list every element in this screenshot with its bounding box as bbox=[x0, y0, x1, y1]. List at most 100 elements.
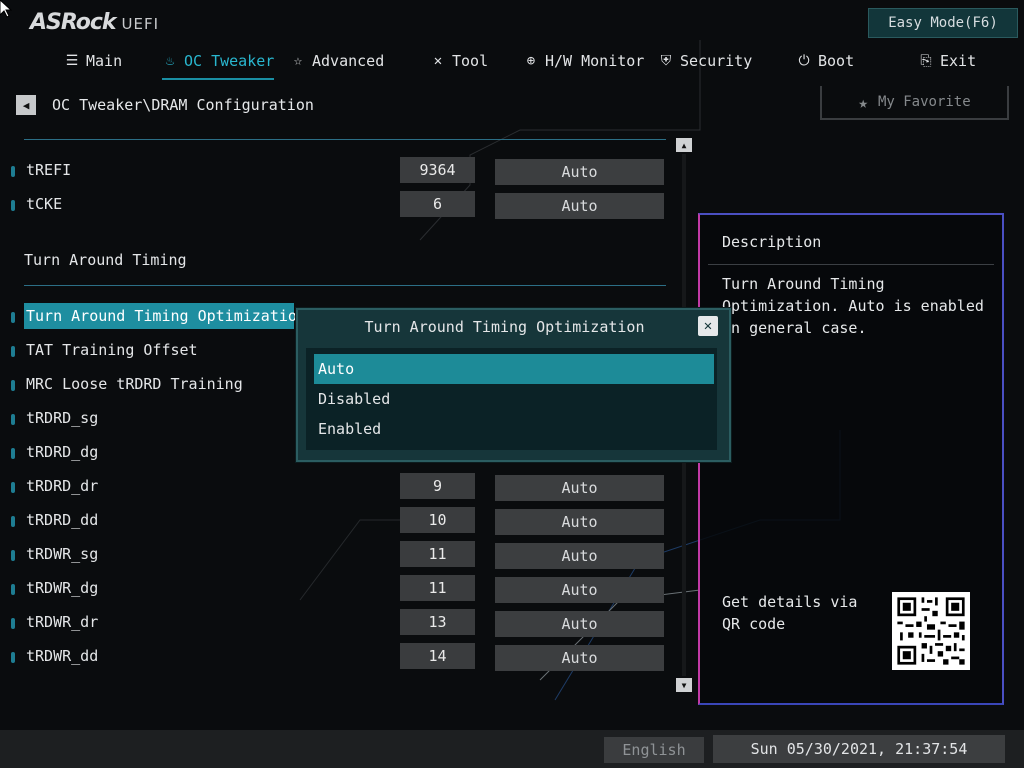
tab-main[interactable]: ☰ Main bbox=[64, 48, 122, 74]
section-title: Turn Around Timing bbox=[24, 251, 187, 269]
row-bullet bbox=[11, 380, 15, 391]
setting-row-trdwr-dd[interactable]: tRDWR_dd 14 Auto bbox=[0, 643, 670, 671]
tools-icon: ✕ bbox=[433, 53, 443, 69]
setting-value: 14 bbox=[400, 643, 475, 669]
row-bullet bbox=[11, 550, 15, 561]
setting-label: Turn Around Timing Optimization bbox=[26, 307, 306, 325]
my-favorite-button[interactable]: ★ My Favorite bbox=[820, 86, 1009, 120]
setting-label: tRDRD_dd bbox=[26, 511, 99, 529]
top-navigation: ☰ Main ♨ OC Tweaker ☆ Advanced ✕ Tool ⊕ … bbox=[0, 48, 1024, 80]
setting-value: 11 bbox=[400, 541, 475, 567]
tab-advanced[interactable]: ☆ Advanced bbox=[290, 48, 384, 74]
monitor-icon: ⊕ bbox=[526, 53, 536, 69]
setting-value: 9364 bbox=[400, 157, 475, 183]
popup-title: Turn Around Timing Optimization bbox=[364, 318, 645, 336]
setting-mode-dropdown[interactable]: Auto bbox=[495, 159, 664, 185]
setting-value: 9 bbox=[400, 473, 475, 499]
row-bullet bbox=[11, 652, 15, 663]
description-panel: Description Turn Around Timing Optimizat… bbox=[698, 213, 1004, 705]
tab-hw-monitor[interactable]: ⊕ H/W Monitor bbox=[523, 48, 645, 74]
tab-oc-tweaker[interactable]: ♨ OC Tweaker bbox=[162, 48, 275, 80]
flame-icon: ♨ bbox=[165, 53, 175, 69]
setting-row-trdwr-dr[interactable]: tRDWR_dr 13 Auto bbox=[0, 609, 670, 637]
setting-label: tRDWR_dr bbox=[26, 613, 99, 631]
setting-label: tREFI bbox=[26, 161, 72, 179]
setting-row-trdrd-dd[interactable]: tRDRD_dd 10 Auto bbox=[0, 507, 670, 535]
brand-name: ASRock bbox=[30, 10, 117, 35]
tab-label: Exit bbox=[940, 52, 977, 70]
row-bullet bbox=[11, 448, 15, 459]
exit-icon: ⎘ bbox=[920, 53, 932, 69]
row-bullet bbox=[11, 312, 15, 323]
tab-label: H/W Monitor bbox=[545, 52, 645, 70]
divider bbox=[24, 285, 666, 286]
setting-label: tRDRD_dg bbox=[26, 443, 99, 461]
brand-suffix: UEFI bbox=[121, 15, 160, 33]
tab-boot[interactable]: ⏻ Boot bbox=[796, 48, 854, 74]
row-bullet bbox=[11, 200, 15, 211]
option-enabled[interactable]: Enabled bbox=[314, 414, 714, 444]
scroll-down-arrow-icon[interactable]: ▼ bbox=[676, 678, 692, 692]
setting-label: TAT Training Offset bbox=[26, 341, 198, 359]
breadcrumb: OC Tweaker\DRAM Configuration bbox=[52, 96, 314, 114]
mouse-cursor-icon bbox=[0, 0, 12, 18]
row-bullet bbox=[11, 516, 15, 527]
setting-label: tRDRD_sg bbox=[26, 409, 99, 427]
setting-row-trdwr-dg[interactable]: tRDWR_dg 11 Auto bbox=[0, 575, 670, 603]
setting-mode-dropdown[interactable]: Auto bbox=[495, 611, 664, 637]
tab-label: OC Tweaker bbox=[184, 52, 275, 70]
tab-label: Security bbox=[680, 52, 753, 70]
star-icon: ☆ bbox=[293, 53, 303, 69]
qr-caption: Get details via QR code bbox=[722, 593, 858, 633]
divider bbox=[708, 264, 994, 265]
datetime-display: Sun 05/30/2021, 21:37:54 bbox=[713, 735, 1005, 763]
list-icon: ☰ bbox=[65, 53, 79, 69]
option-popup: Turn Around Timing Optimization ✕ Auto D… bbox=[296, 308, 731, 462]
setting-mode-dropdown[interactable]: Auto bbox=[495, 543, 664, 569]
row-bullet bbox=[11, 618, 15, 629]
row-bullet bbox=[11, 346, 15, 357]
description-title: Description bbox=[722, 233, 822, 251]
tab-label: Tool bbox=[452, 52, 489, 70]
divider bbox=[24, 139, 666, 140]
setting-row-trdwr-sg[interactable]: tRDWR_sg 11 Auto bbox=[0, 541, 670, 569]
tab-tool[interactable]: ✕ Tool bbox=[430, 48, 488, 74]
description-text: Turn Around Timing Optimization. Auto is… bbox=[722, 275, 984, 337]
asrock-logo: ASRock UEFI bbox=[30, 10, 159, 35]
setting-value: 10 bbox=[400, 507, 475, 533]
setting-row-trefi[interactable]: tREFI 9364 Auto bbox=[0, 157, 670, 185]
language-button[interactable]: English bbox=[604, 737, 704, 763]
tab-label: Main bbox=[86, 52, 123, 70]
tab-label: Boot bbox=[818, 52, 855, 70]
setting-label: tRDWR_dg bbox=[26, 579, 99, 597]
row-bullet bbox=[11, 166, 15, 177]
setting-mode-dropdown[interactable]: Auto bbox=[495, 509, 664, 535]
favorite-label: My Favorite bbox=[877, 94, 971, 110]
setting-row-trdrd-dr[interactable]: tRDRD_dr 9 Auto bbox=[0, 473, 670, 501]
setting-mode-dropdown[interactable]: Auto bbox=[495, 645, 664, 671]
setting-mode-dropdown[interactable]: Auto bbox=[495, 193, 664, 219]
star-icon: ★ bbox=[858, 92, 868, 112]
scroll-up-arrow-icon[interactable]: ▲ bbox=[676, 138, 692, 152]
setting-label: MRC Loose tRDRD Training bbox=[26, 375, 243, 393]
setting-value: 11 bbox=[400, 575, 475, 601]
setting-row-tcke[interactable]: tCKE 6 Auto bbox=[0, 191, 670, 219]
row-bullet bbox=[11, 414, 15, 425]
row-bullet bbox=[11, 584, 15, 595]
setting-mode-dropdown[interactable]: Auto bbox=[495, 475, 664, 501]
tab-security[interactable]: ⛨ Security bbox=[658, 48, 753, 74]
tab-exit[interactable]: ⎘ Exit bbox=[918, 48, 976, 74]
close-icon[interactable]: ✕ bbox=[698, 316, 718, 336]
back-button[interactable]: ◀ bbox=[16, 95, 36, 115]
setting-label: tRDWR_dd bbox=[26, 647, 99, 665]
setting-value: 13 bbox=[400, 609, 475, 635]
option-auto[interactable]: Auto bbox=[314, 354, 714, 384]
popup-options: Auto Disabled Enabled bbox=[306, 348, 717, 450]
setting-label: tRDRD_dr bbox=[26, 477, 99, 495]
setting-label: tRDWR_sg bbox=[26, 545, 99, 563]
setting-mode-dropdown[interactable]: Auto bbox=[495, 577, 664, 603]
qr-code bbox=[892, 592, 970, 670]
easy-mode-button[interactable]: Easy Mode(F6) bbox=[868, 8, 1018, 38]
row-bullet bbox=[11, 482, 15, 493]
option-disabled[interactable]: Disabled bbox=[314, 384, 714, 414]
